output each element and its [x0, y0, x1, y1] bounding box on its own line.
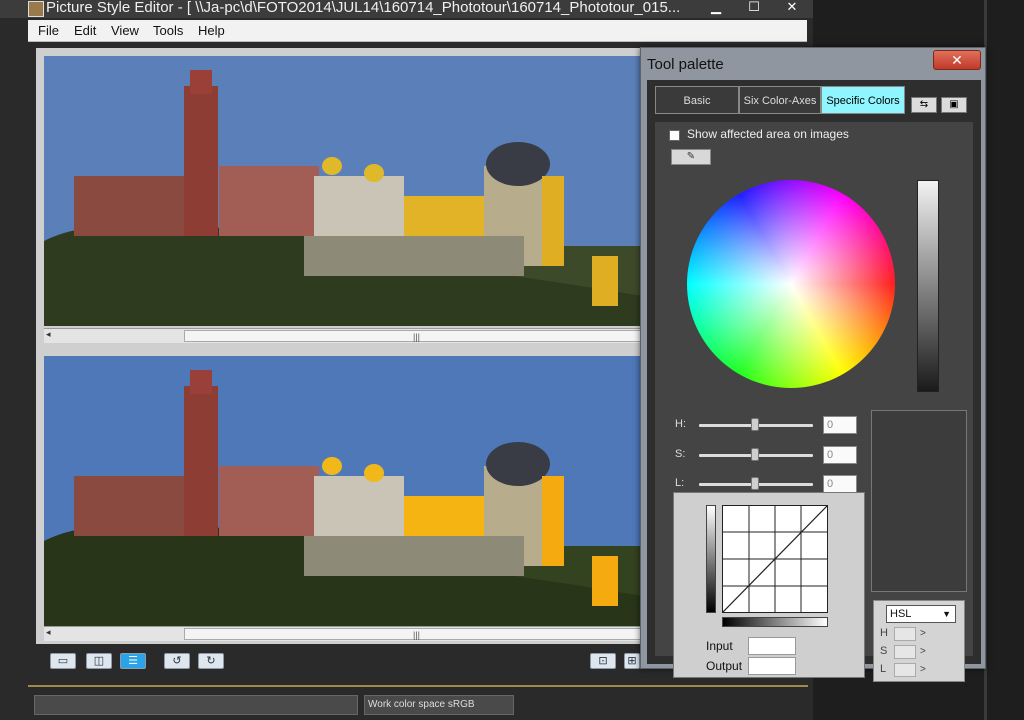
tab-six-color-axes[interactable]: Six Color-Axes	[739, 86, 821, 114]
minimize-button[interactable]: ▁	[698, 0, 734, 16]
image-pane-edited: ◂ |||	[36, 348, 642, 644]
rotate-left-icon: ↺	[172, 655, 182, 667]
luminance-bar[interactable]	[917, 180, 939, 392]
scroll-thumb[interactable]: |||	[184, 330, 642, 342]
palette-title: Tool palette	[647, 56, 724, 73]
menu-help[interactable]: Help	[198, 23, 225, 38]
fit-button[interactable]: ⊞	[624, 653, 640, 669]
palette-body: Basic Six Color-Axes Specific Colors ⇆ ▣…	[647, 80, 981, 682]
menu-edit[interactable]: Edit	[74, 23, 96, 38]
split-vertical-icon: ◫	[93, 655, 105, 667]
output-label: Output	[706, 659, 743, 673]
view-single-button[interactable]: ▭	[50, 653, 76, 669]
arrow-right-icon: >	[920, 646, 926, 657]
readout-h-label: H	[880, 627, 888, 639]
input-label: Input	[706, 639, 733, 653]
color-space-status: Work color space sRGB	[364, 695, 514, 715]
color-mode-select[interactable]: HSL ▼	[886, 605, 956, 623]
eyedropper-icon: ✎	[686, 151, 696, 162]
scroll-left-icon[interactable]: ◂	[46, 627, 51, 638]
input-gradient-bar	[722, 617, 828, 627]
tone-curve-panel: Input Output	[673, 492, 865, 678]
scroll-thumb[interactable]: |||	[184, 628, 642, 640]
grip-icon: |||	[413, 630, 421, 640]
input-value-field[interactable]	[748, 637, 796, 655]
single-view-icon: ▭	[57, 655, 69, 667]
horizontal-scrollbar-top[interactable]: ◂ |||	[44, 328, 642, 343]
color-preview-box	[871, 410, 967, 592]
zoom-button[interactable]: ⊡	[590, 653, 616, 669]
output-gradient-bar	[706, 505, 716, 613]
rotate-left-button[interactable]: ↺	[164, 653, 190, 669]
readout-s-label: S	[880, 645, 888, 657]
hue-value-input[interactable]: 0	[823, 416, 857, 434]
readout-s-field	[894, 645, 916, 659]
rotate-right-button[interactable]: ↻	[198, 653, 224, 669]
menu-view[interactable]: View	[111, 23, 139, 38]
luminance-label: L:	[675, 477, 685, 489]
saturation-slider-handle[interactable]	[751, 448, 759, 461]
castle-photo	[44, 56, 642, 326]
photo-edited[interactable]	[44, 356, 642, 626]
zoom-icon: ⊡	[598, 655, 608, 667]
readout-h-field	[894, 627, 916, 641]
split-horizontal-icon: ☰	[128, 655, 138, 667]
curve-grid-svg	[722, 505, 828, 613]
show-affected-area-checkbox[interactable]	[669, 130, 680, 141]
grip-icon: |||	[413, 332, 421, 342]
arrow-right-icon: >	[920, 664, 926, 675]
arrow-right-icon: >	[920, 628, 926, 639]
readout-l-label: L	[880, 663, 887, 675]
horizontal-scrollbar-bottom[interactable]: ◂ |||	[44, 626, 642, 641]
tab-basic[interactable]: Basic	[655, 86, 739, 114]
eyedropper-button[interactable]: ✎	[671, 149, 711, 165]
save-settings-button[interactable]: ▣	[941, 97, 967, 113]
fit-icon: ⊞	[627, 655, 637, 667]
color-readout-panel: HSL ▼ H > S > L >	[873, 600, 965, 682]
tool-palette-window[interactable]: Tool palette ✕ Basic Six Color-Axes Spec…	[640, 47, 986, 682]
hue-slider-handle[interactable]	[751, 418, 759, 431]
photo-original[interactable]	[44, 56, 642, 326]
tab-specific-colors[interactable]: Specific Colors	[821, 86, 905, 114]
hue-label: H:	[675, 418, 686, 430]
rotate-right-icon: ↻	[206, 655, 216, 667]
chevron-down-icon: ▼	[942, 609, 951, 619]
open-settings-button[interactable]: ⇆	[911, 97, 937, 113]
color-mode-value: HSL	[890, 608, 912, 620]
menu-file[interactable]: File	[38, 23, 59, 38]
saturation-value-input[interactable]: 0	[823, 446, 857, 464]
show-affected-area-label: Show affected area on images	[687, 127, 849, 141]
view-split-horizontal-button[interactable]: ☰	[120, 653, 146, 669]
menu-tools[interactable]: Tools	[153, 23, 183, 38]
color-wheel[interactable]	[687, 180, 895, 388]
output-value-field[interactable]	[748, 657, 796, 675]
status-divider	[28, 685, 808, 687]
readout-l-field	[894, 663, 916, 677]
palette-close-button[interactable]: ✕	[933, 50, 981, 70]
castle-photo-edited	[44, 356, 642, 626]
save-icon: ▣	[949, 99, 959, 110]
window-title: Picture Style Editor - [ \\Ja-pc\d\FOTO2…	[46, 0, 681, 16]
image-pane-original: ◂ |||	[36, 48, 642, 348]
luminance-value-input[interactable]: 0	[823, 475, 857, 493]
status-field	[34, 695, 358, 715]
app-icon	[28, 1, 44, 17]
folder-open-icon: ⇆	[919, 99, 929, 110]
tone-curve-graph[interactable]	[722, 505, 828, 613]
luminance-slider-handle[interactable]	[751, 477, 759, 490]
title-bar[interactable]: Picture Style Editor - [ \\Ja-pc\d\FOTO2…	[0, 0, 813, 18]
menu-bar: File Edit View Tools Help	[28, 20, 807, 42]
saturation-label: S:	[675, 448, 686, 460]
specific-colors-panel: Show affected area on images ✎ H: 0 S: 0…	[655, 122, 973, 682]
scroll-left-icon[interactable]: ◂	[46, 329, 51, 340]
maximize-button[interactable]: ☐	[736, 0, 772, 16]
view-split-vertical-button[interactable]: ◫	[86, 653, 112, 669]
close-button[interactable]: ✕	[774, 0, 810, 16]
